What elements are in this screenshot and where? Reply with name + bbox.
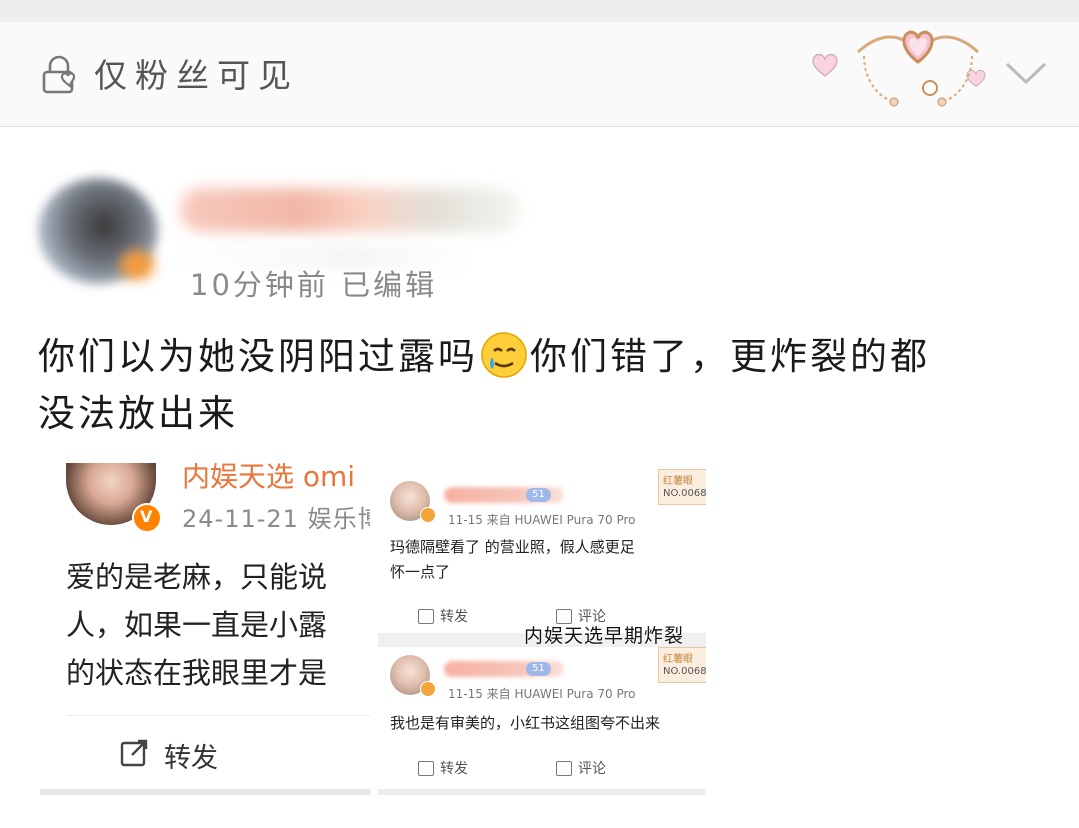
- stamp-badge: 红薯眼 NO.0068: [658, 647, 706, 683]
- post-meta: 11-15 来自 HUAWEI Pura 70 Pro: [448, 687, 636, 701]
- chevron-down-icon[interactable]: [1003, 56, 1049, 90]
- smiling-face-with-tear-icon: [481, 332, 527, 378]
- attached-image-2[interactable]: 51 红薯眼 NO.0068 11-15 来自 HUAWEI Pura 70 P…: [378, 463, 706, 795]
- post-text-line1: 你们以为她没阴阳过露吗: [38, 335, 478, 378]
- visibility-label: 仅粉丝可见: [94, 56, 299, 95]
- top-band: [0, 0, 1079, 22]
- post-text-line1-rest: 你们错了，更炸裂的都: [530, 335, 930, 378]
- post-content: 你们以为她没阴阳过露吗 你们错了，更炸裂的都 没法放出来: [38, 328, 1048, 442]
- text-line: 的状态在我眼里才是: [66, 656, 328, 690]
- comment-icon: [556, 761, 572, 776]
- comment-card: 51 红薯眼 NO.0068 11-15 来自 HUAWEI Pura 70 P…: [378, 463, 706, 633]
- post-timestamp: 10分钟前 已编辑: [190, 268, 438, 302]
- divider: [378, 789, 706, 795]
- divider: [66, 715, 370, 716]
- verified-badge-icon: [420, 507, 436, 523]
- post-text: 玛德隔壁看了 的营业照，假人感更足 怀一点了: [390, 538, 635, 581]
- verified-badge-icon: [420, 681, 436, 697]
- post-text: 爱的是老麻，只能说 人，如果一直是小露 的状态在我眼里才是: [66, 553, 370, 697]
- forward-button: 转发: [440, 761, 468, 777]
- verified-badge-icon: [120, 250, 154, 280]
- divider: [40, 789, 370, 795]
- post-text-line2: 没法放出来: [38, 392, 238, 435]
- forward-icon: [418, 761, 434, 776]
- level-badge: 51: [526, 662, 551, 676]
- post-date: 24-11-21 娱乐博: [182, 505, 370, 533]
- post-meta: 11-15 来自 HUAWEI Pura 70 Pro: [448, 513, 636, 527]
- ornament-decoration-icon: [856, 30, 980, 107]
- comment-card: 51 红薯眼 NO.0068 11-15 来自 HUAWEI Pura 70 P…: [378, 647, 706, 795]
- forward-button: 转发: [164, 743, 218, 774]
- visibility-bar: 仅粉丝可见: [0, 22, 1079, 127]
- comment-button: 评论: [578, 761, 606, 777]
- lock-heart-icon: [42, 55, 76, 94]
- attached-image-1[interactable]: V 内娱天选 omi 24-11-21 娱乐博 爱的是老麻，只能说 人，如果一直…: [40, 463, 370, 795]
- username-blurred[interactable]: [180, 188, 520, 232]
- image-caption: 内娱天选早期炸裂: [524, 625, 685, 647]
- forward-button: 转发: [440, 609, 468, 625]
- heart-decoration-icon: [812, 54, 838, 77]
- author-name: 内娱天选 omi: [182, 463, 356, 493]
- level-badge: 51: [526, 488, 551, 502]
- text-line: 爱的是老麻，只能说: [66, 560, 328, 594]
- forward-icon: [418, 609, 434, 624]
- stamp-badge: 红薯眼 NO.0068: [658, 469, 706, 505]
- text-line: 人，如果一直是小露: [66, 608, 328, 642]
- verified-badge-icon: V: [132, 503, 162, 533]
- forward-icon: [120, 739, 148, 767]
- post-text: 我也是有审美的，小红书这组图夸不出来: [390, 714, 661, 732]
